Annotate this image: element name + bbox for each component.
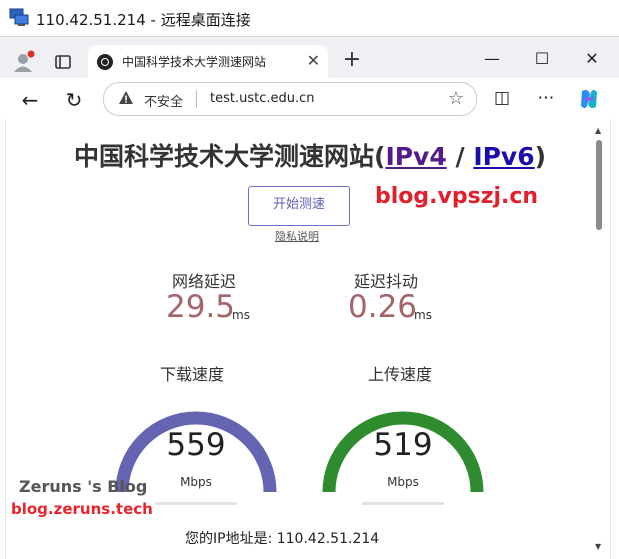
split-screen-icon[interactable]: ◫: [490, 88, 514, 108]
tab-actions-icon[interactable]: [50, 49, 76, 75]
watermark-blog-name: Zeruns 's Blog: [19, 477, 148, 496]
toolbar: ← ↻ 不安全 test.ustc.edu.cn ☆ ◫ ⋯: [0, 78, 619, 120]
maximize-icon[interactable]: ☐: [527, 49, 557, 68]
copilot-icon[interactable]: [576, 86, 602, 112]
page-title-close: ): [534, 142, 547, 171]
download-progress-bar: [155, 502, 237, 505]
start-test-button[interactable]: 开始测速: [248, 186, 350, 226]
minimize-icon[interactable]: —: [477, 49, 507, 68]
watermark-top-right: blog.vpszj.cn: [375, 184, 539, 209]
warning-icon: [119, 91, 133, 104]
scrollbar-thumb[interactable]: [596, 140, 602, 230]
profile-icon[interactable]: [10, 49, 36, 75]
remote-desktop-titlebar: 110.42.51.214 - 远程桌面连接: [0, 0, 619, 36]
close-window-icon[interactable]: ✕: [577, 49, 607, 68]
tab-active[interactable]: 中国科学技术大学测速网站 ✕: [88, 45, 328, 78]
site-favicon-icon: [97, 54, 113, 70]
upload-label: 上传速度: [368, 365, 433, 384]
scroll-down-icon[interactable]: ▼: [595, 542, 601, 551]
upload-progress-bar: [362, 502, 444, 505]
scroll-up-icon[interactable]: ▲: [595, 126, 601, 135]
jitter-value: 0.26: [348, 289, 418, 325]
new-tab-button[interactable]: +: [341, 48, 363, 72]
remote-desktop-icon: [9, 8, 29, 26]
latency-value: 29.5: [166, 289, 236, 325]
download-label: 下载速度: [160, 365, 225, 384]
tab-title: 中国科学技术大学测速网站: [122, 55, 267, 69]
page-title-slash: /: [446, 142, 474, 171]
address-separator: [196, 90, 197, 108]
remote-desktop-title: 110.42.51.214 - 远程桌面连接: [36, 11, 251, 29]
tab-close-icon[interactable]: ✕: [307, 51, 320, 70]
ip-address-text: 您的IP地址是: 110.42.51.214: [185, 531, 380, 547]
favorite-star-icon[interactable]: ☆: [448, 88, 464, 109]
watermark-blog-url: blog.zeruns.tech: [11, 500, 153, 518]
back-icon[interactable]: ←: [17, 87, 43, 113]
download-unit: Mbps: [180, 475, 212, 489]
privacy-link[interactable]: 隐私说明: [275, 228, 319, 244]
upload-value: 519: [373, 427, 433, 463]
scrollbar[interactable]: ▲ ▼: [592, 122, 606, 559]
url-text[interactable]: test.ustc.edu.cn: [210, 91, 315, 106]
download-value: 559: [166, 427, 226, 463]
ipv6-link[interactable]: IPv6: [473, 142, 534, 171]
page-title: 中国科学技术大学测速网站(IPv4 / IPv6): [74, 137, 546, 173]
more-menu-icon[interactable]: ⋯: [534, 88, 558, 108]
ipv4-link[interactable]: IPv4: [385, 142, 446, 171]
refresh-icon[interactable]: ↻: [61, 87, 87, 113]
address-bar[interactable]: 不安全 test.ustc.edu.cn ☆: [103, 82, 477, 116]
security-label[interactable]: 不安全: [144, 91, 183, 110]
upload-unit: Mbps: [387, 475, 419, 489]
page-title-main: 中国科学技术大学测速网站(: [74, 142, 386, 171]
latency-unit: ms: [232, 308, 250, 322]
jitter-unit: ms: [414, 308, 432, 322]
browser-chrome: 中国科学技术大学测速网站 ✕ + — ☐ ✕ ← ↻ 不安全 test.ustc…: [0, 36, 619, 120]
